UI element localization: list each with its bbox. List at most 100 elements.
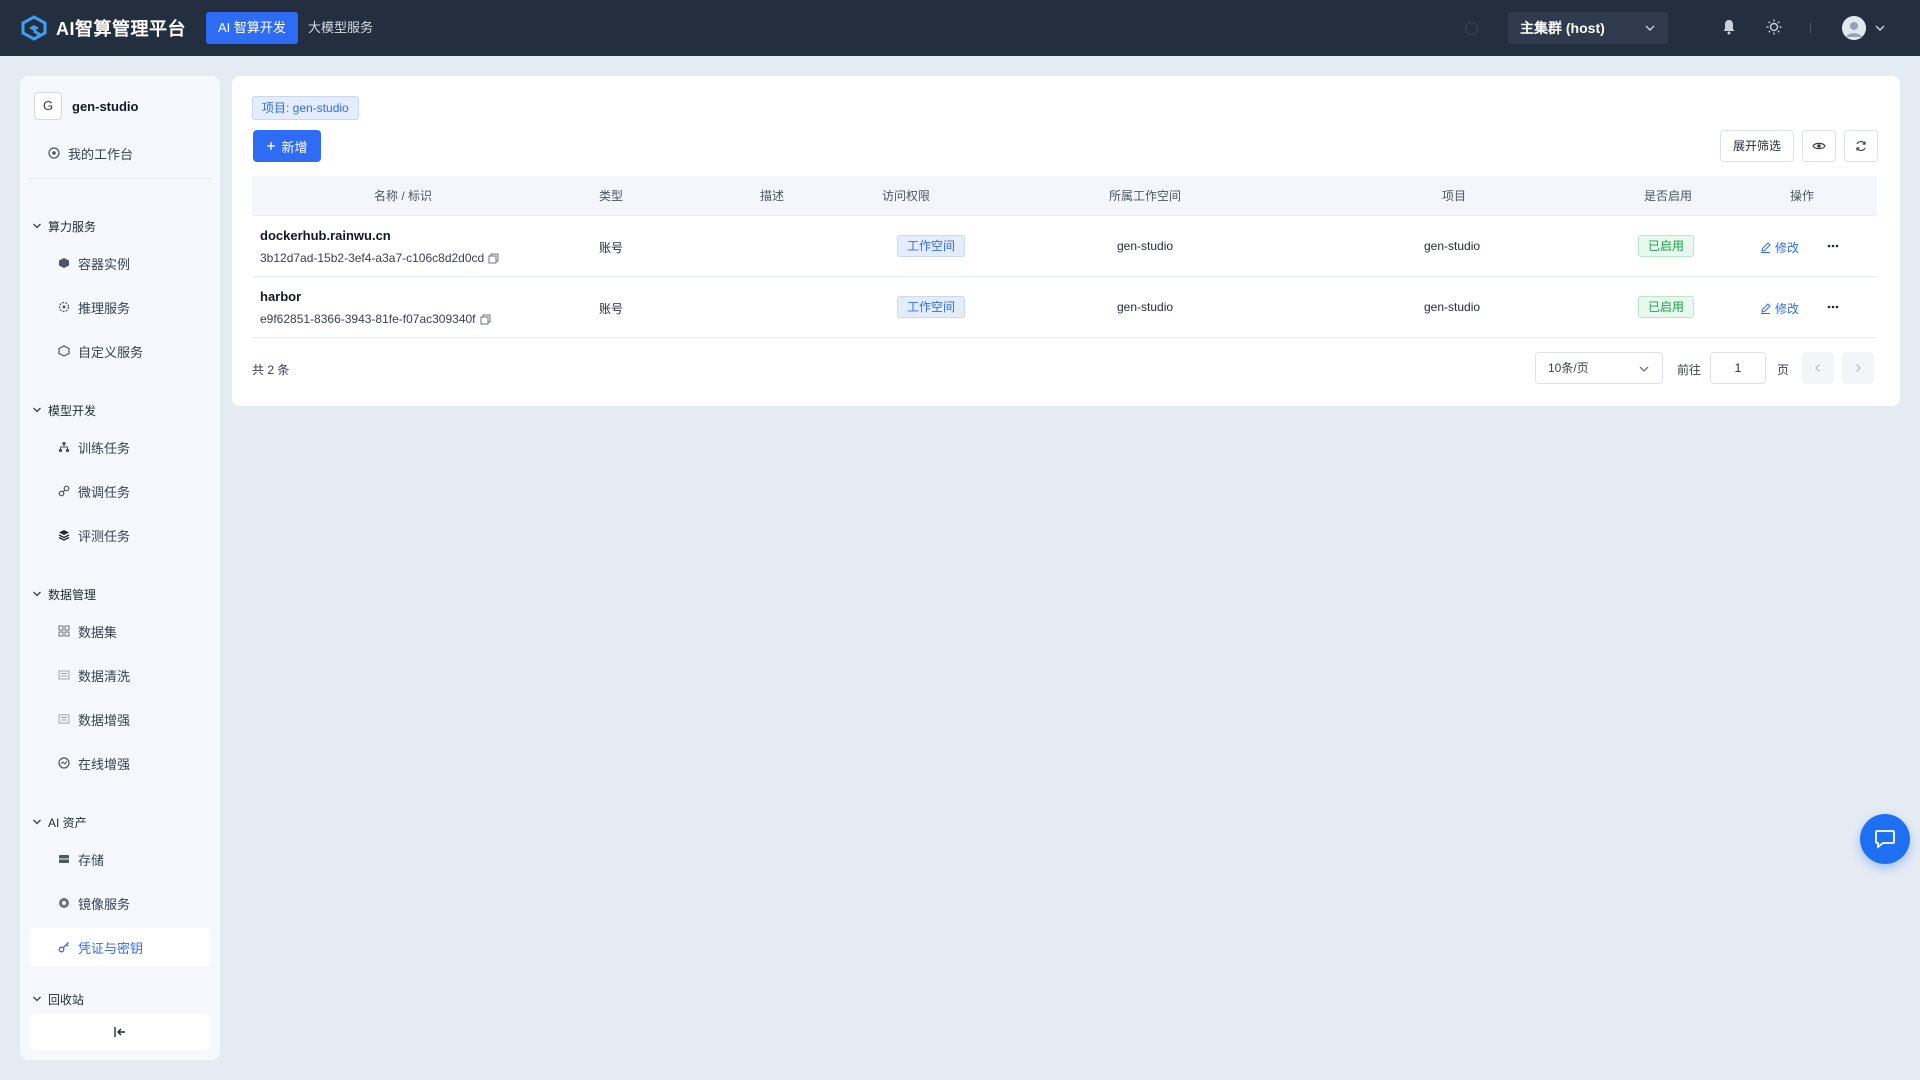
sidebar-group-data[interactable]: 数据管理 [32, 583, 212, 605]
sidebar-item-label: 存储 [78, 852, 105, 868]
sidebar-collapse-button[interactable] [30, 1014, 210, 1050]
edit-link[interactable]: 修改 [1760, 300, 1799, 317]
workspace-cell: gen-studio [1117, 300, 1174, 314]
sidebar-item-label: 数据集 [78, 624, 118, 640]
access-badge: 工作空间 [897, 235, 966, 257]
sidebar-group-ai-assets[interactable]: AI 资产 [32, 811, 212, 833]
nav-tab-llm-service[interactable]: 大模型服务 [296, 12, 385, 44]
column-visibility-button[interactable] [1802, 130, 1836, 162]
sidebar-item-dataset[interactable]: 数据集 [30, 612, 210, 650]
user-icon [1842, 16, 1866, 40]
sidebar-item-online-augment[interactable]: 在线增强 [30, 744, 210, 782]
sidebar-item-image-service[interactable]: 镜像服务 [30, 884, 210, 922]
bell-icon[interactable] [1720, 18, 1738, 36]
column-header-project: 项目 [1442, 189, 1467, 203]
credential-type: 账号 [599, 302, 624, 316]
project-cell: gen-studio [1424, 239, 1481, 253]
cluster-select[interactable]: 主集群 (host) [1508, 12, 1668, 44]
eye-icon [1812, 142, 1826, 150]
sun-icon[interactable] [1765, 18, 1783, 36]
add-button-label: 新增 [281, 139, 308, 155]
chat-button[interactable] [1860, 814, 1910, 864]
sidebar-item-label: 数据清洗 [78, 668, 131, 684]
table-header: 名称 / 标识 类型 描述 访问权限 所属工作空间 项目 是否启用 操作 [252, 176, 1877, 216]
chevron-down-icon[interactable] [1874, 22, 1886, 34]
column-header-description: 描述 [760, 189, 785, 203]
copy-icon[interactable] [488, 253, 499, 264]
status-badge: 已启用 [1638, 296, 1695, 318]
sidebar-item-evaluation[interactable]: 评测任务 [30, 516, 210, 554]
project-badge: G [34, 92, 62, 120]
sidebar-item-storage[interactable]: 存储 [30, 840, 210, 878]
logo-icon [21, 15, 47, 41]
compass-icon [48, 147, 60, 159]
sidebar-group-label: 算力服务 [48, 219, 97, 234]
link-icon [58, 485, 70, 497]
avatar[interactable] [1842, 16, 1866, 40]
sidebar-item-label: 在线增强 [78, 756, 131, 772]
layers-icon [58, 530, 70, 541]
list-icon [58, 670, 70, 680]
more-icon[interactable] [1826, 239, 1840, 253]
refresh-icon [1856, 140, 1866, 152]
expand-filter-button[interactable]: 展开筛选 [1720, 130, 1794, 162]
chevron-down-icon [33, 223, 41, 229]
sidebar-divider [28, 178, 212, 179]
collapse-icon [114, 1027, 125, 1037]
app-logo[interactable]: AI智算管理平台 [20, 14, 186, 42]
sidebar-group-compute[interactable]: 算力服务 [32, 215, 212, 237]
sidebar-item-label: 微调任务 [78, 484, 131, 500]
sidebar-item-label: 镜像服务 [78, 896, 131, 912]
page-label: 页 [1777, 363, 1790, 377]
sidebar-item-training[interactable]: 训练任务 [30, 428, 210, 466]
page-number-input[interactable]: 1 [1710, 352, 1766, 384]
refresh-button[interactable] [1844, 130, 1878, 162]
sidebar-item-data-cleaning[interactable]: 数据清洗 [30, 656, 210, 694]
chat-icon [1875, 830, 1895, 849]
sidebar-item-container-instance[interactable]: 容器实例 [30, 244, 210, 282]
main-panel: 项目: gen-studio 新增 展开筛选 名称 / 标识 类型 描述 访问权… [232, 76, 1900, 406]
project-name: gen-studio [72, 98, 139, 114]
list-icon [58, 714, 70, 724]
sidebar-item-data-augment[interactable]: 数据增强 [30, 700, 210, 738]
app-title: AI智算管理平台 [56, 19, 186, 39]
prev-page-button[interactable] [1802, 352, 1834, 384]
add-button[interactable]: 新增 [253, 130, 321, 162]
credential-name[interactable]: harbor [260, 289, 491, 304]
table-row: harbor e9f62851-8366-3943-81fe-f07ac3093… [252, 277, 1877, 338]
credentials-table: 名称 / 标识 类型 描述 访问权限 所属工作空间 项目 是否启用 操作 doc… [252, 176, 1877, 338]
nav-tab-ai-dev[interactable]: AI 智算开发 [206, 12, 298, 44]
more-icon[interactable] [1826, 300, 1840, 314]
page-size-select[interactable]: 10条/页 [1535, 352, 1663, 384]
grid-icon [58, 625, 70, 637]
chevron-left-icon [1815, 364, 1820, 372]
sidebar-item-credentials[interactable]: 凭证与密钥 [30, 928, 210, 966]
total-count: 共 2 条 [252, 363, 290, 377]
copy-icon[interactable] [480, 314, 491, 325]
cluster-select-value: 主集群 (host) [1520, 20, 1605, 36]
chevron-down-icon [33, 407, 41, 413]
sidebar-item-label: 数据增强 [78, 712, 131, 728]
column-header-workspace: 所属工作空间 [1109, 189, 1182, 203]
chevron-down-icon [1645, 25, 1655, 31]
sidebar-item-custom-service[interactable]: 自定义服务 [30, 332, 210, 370]
credential-name[interactable]: dockerhub.rainwu.cn [260, 228, 499, 243]
search-icon[interactable] [1465, 22, 1478, 35]
cube-icon [59, 258, 69, 268]
project-switcher[interactable]: G gen-studio [34, 92, 138, 120]
page-size-value: 10条/页 [1548, 361, 1589, 375]
edit-link[interactable]: 修改 [1760, 239, 1799, 256]
disc-icon [59, 898, 69, 908]
next-page-button[interactable] [1842, 352, 1874, 384]
chevron-down-icon [1639, 366, 1649, 372]
chart-circle-icon [58, 757, 70, 769]
sidebar-item-workbench[interactable]: 我的工作台 [30, 134, 210, 172]
sidebar-group-model-dev[interactable]: 模型开发 [32, 399, 212, 421]
edit-link-label: 修改 [1775, 241, 1800, 255]
sidebar-item-inference[interactable]: 推理服务 [30, 288, 210, 326]
access-badge: 工作空间 [897, 296, 966, 318]
sidebar-group-recycle-bin[interactable]: 回收站 [32, 988, 212, 1010]
sidebar-item-finetune[interactable]: 微调任务 [30, 472, 210, 510]
sidebar-item-label: 训练任务 [78, 440, 131, 456]
credential-id: 3b12d7ad-15b2-3ef4-a3a7-c106c8d2d0cd [260, 251, 499, 265]
